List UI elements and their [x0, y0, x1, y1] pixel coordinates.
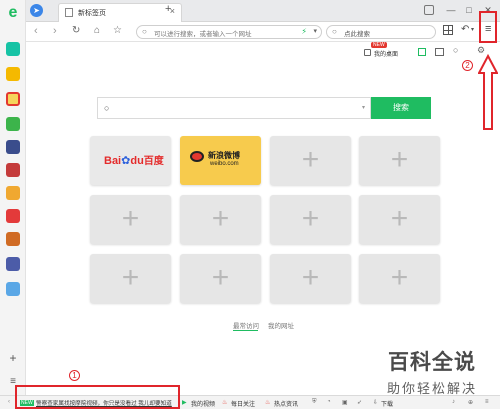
address-input[interactable]: 可以进行搜索，或者输入一个网址	[154, 28, 252, 38]
video-icon: ▶	[182, 400, 187, 406]
add-app-icon[interactable]: +	[6, 351, 20, 365]
forward-icon[interactable]: ›	[53, 25, 57, 37]
add-site-plus-icon: +	[390, 261, 409, 294]
toolbar-search-input[interactable]: 点此搜索	[344, 28, 370, 38]
watermark-main: 百科全说	[388, 351, 476, 374]
status-item-videos[interactable]: 我的视频	[191, 399, 215, 408]
main-search-box[interactable]: ○ ▾	[97, 97, 371, 119]
status-item-daily[interactable]: 每日关注	[231, 399, 255, 408]
browser-logo-icon[interactable]: e	[5, 5, 21, 21]
toolbar-search-box[interactable]: ○ 点此搜索	[326, 25, 436, 39]
tile-empty[interactable]: +	[270, 136, 351, 185]
quick-bar: NEW 我的桌面 ○ ⚙	[26, 42, 500, 58]
camera-icon[interactable]: ▣	[342, 399, 348, 406]
watermark: 百科全说 助你轻松解决	[368, 346, 496, 401]
minimize-button[interactable]: —	[444, 3, 458, 17]
undo-icon[interactable]: ↶	[461, 24, 469, 35]
paw-icon: ✿	[121, 155, 131, 167]
back-arrow-circle-icon[interactable]: ➤	[30, 4, 43, 17]
app-icon-game3[interactable]	[6, 232, 20, 246]
add-site-plus-icon: +	[301, 202, 320, 235]
new-tab-button[interactable]: +	[165, 3, 171, 15]
app-icon-book[interactable]	[6, 186, 20, 200]
grid-apps-icon[interactable]	[443, 25, 453, 35]
back-icon[interactable]: ‹	[34, 25, 38, 37]
my-desktop-icon[interactable]	[364, 49, 371, 56]
app-icon-star[interactable]	[6, 67, 20, 81]
left-sidebar: e + ≡	[0, 0, 26, 409]
toolbar-search-icon: ○	[332, 27, 337, 36]
skin-icon[interactable]	[424, 5, 434, 15]
shield-icon[interactable]: ⛨	[312, 399, 317, 406]
rocket-icon[interactable]: ➶	[357, 399, 362, 406]
undo-dropdown-icon[interactable]: ▾	[471, 26, 474, 33]
tile-empty[interactable]: +	[359, 136, 440, 185]
most-visited-tab[interactable]: 最常访问	[233, 320, 259, 330]
tile-empty[interactable]: +	[180, 254, 261, 303]
speed-icon[interactable]: ◔	[327, 399, 331, 405]
annotation-number-two: 2	[462, 60, 473, 71]
add-site-plus-icon: +	[211, 261, 230, 294]
home-icon[interactable]: ⌂	[94, 25, 100, 36]
address-search-icon: ○	[142, 27, 147, 36]
weibo-eye-icon	[190, 151, 204, 162]
app-icon-green[interactable]	[6, 42, 20, 56]
tile-empty[interactable]: +	[90, 254, 171, 303]
app-icon-game1[interactable]	[6, 140, 20, 154]
maximize-button[interactable]: □	[462, 3, 476, 17]
weibo-domain: weibo.com	[210, 161, 239, 167]
tab-underline	[233, 330, 258, 331]
tile-empty[interactable]: +	[359, 254, 440, 303]
add-site-plus-icon: +	[390, 143, 409, 176]
annotation-arrow-menu	[477, 11, 499, 131]
lightning-icon[interactable]: ⚡	[301, 27, 307, 36]
app-icon-folder[interactable]	[6, 117, 20, 131]
search-button[interactable]: 搜索	[371, 97, 431, 119]
search-engine-dropdown-icon[interactable]: ▾	[362, 104, 365, 111]
page-search-icon[interactable]: ○	[453, 45, 458, 55]
address-bar[interactable]: ○ 可以进行搜索，或者输入一个网址 ⚡ ▾	[136, 25, 322, 39]
add-site-plus-icon: +	[390, 202, 409, 235]
fire-icon: ♨	[222, 400, 228, 406]
hot-icon: ♨	[265, 400, 271, 406]
add-site-plus-icon: +	[121, 202, 140, 235]
refresh-icon[interactable]: ↻	[72, 25, 80, 36]
page-icon	[65, 8, 73, 17]
status-back-icon[interactable]: ‹	[8, 399, 10, 405]
app-icon-game2[interactable]	[6, 163, 20, 177]
tile-empty[interactable]: +	[180, 195, 261, 244]
baidu-logo: Bai✿du百度	[104, 155, 164, 167]
image-icon[interactable]	[435, 48, 444, 56]
app-icon-game4[interactable]	[6, 257, 20, 271]
status-item-hot-news[interactable]: 热点资讯	[274, 399, 298, 408]
new-badge: NEW	[371, 42, 387, 48]
app-icon-blue[interactable]	[6, 282, 20, 296]
tile-empty[interactable]: +	[359, 195, 440, 244]
add-site-plus-icon: +	[301, 261, 320, 294]
annotation-number-one: 1	[69, 370, 80, 381]
tile-empty[interactable]: +	[270, 195, 351, 244]
tile-baidu[interactable]: Bai✿du百度	[90, 136, 171, 185]
address-dropdown-icon[interactable]: ▾	[313, 27, 317, 35]
tile-empty[interactable]: +	[270, 254, 351, 303]
favorite-star-icon[interactable]: ☆	[113, 25, 122, 36]
annotation-box-news	[15, 385, 180, 409]
main-search-icon: ○	[104, 103, 110, 113]
tile-empty[interactable]: +	[90, 195, 171, 244]
up-arrow-icon	[477, 11, 499, 130]
app-icon-weibo[interactable]	[6, 92, 20, 106]
my-desktop-link[interactable]: 我的桌面	[374, 49, 398, 58]
tile-weibo[interactable]: 新浪微博 weibo.com	[180, 136, 261, 185]
add-site-plus-icon: +	[301, 143, 320, 176]
add-site-plus-icon: +	[211, 202, 230, 235]
qr-icon[interactable]	[418, 48, 426, 56]
tab-title: 新标签页	[78, 10, 106, 17]
app-icon-shop[interactable]	[6, 209, 20, 223]
tab-new-tab[interactable]: 新标签页 ×	[58, 3, 182, 22]
my-urls-tab[interactable]: 我的网址	[268, 320, 294, 330]
tab-bar: ➤ 新标签页 × + — □ ✕	[26, 0, 500, 22]
weibo-name: 新浪微博	[208, 151, 240, 160]
watermark-sub: 助你轻松解决	[386, 381, 477, 396]
add-site-plus-icon: +	[121, 261, 140, 294]
